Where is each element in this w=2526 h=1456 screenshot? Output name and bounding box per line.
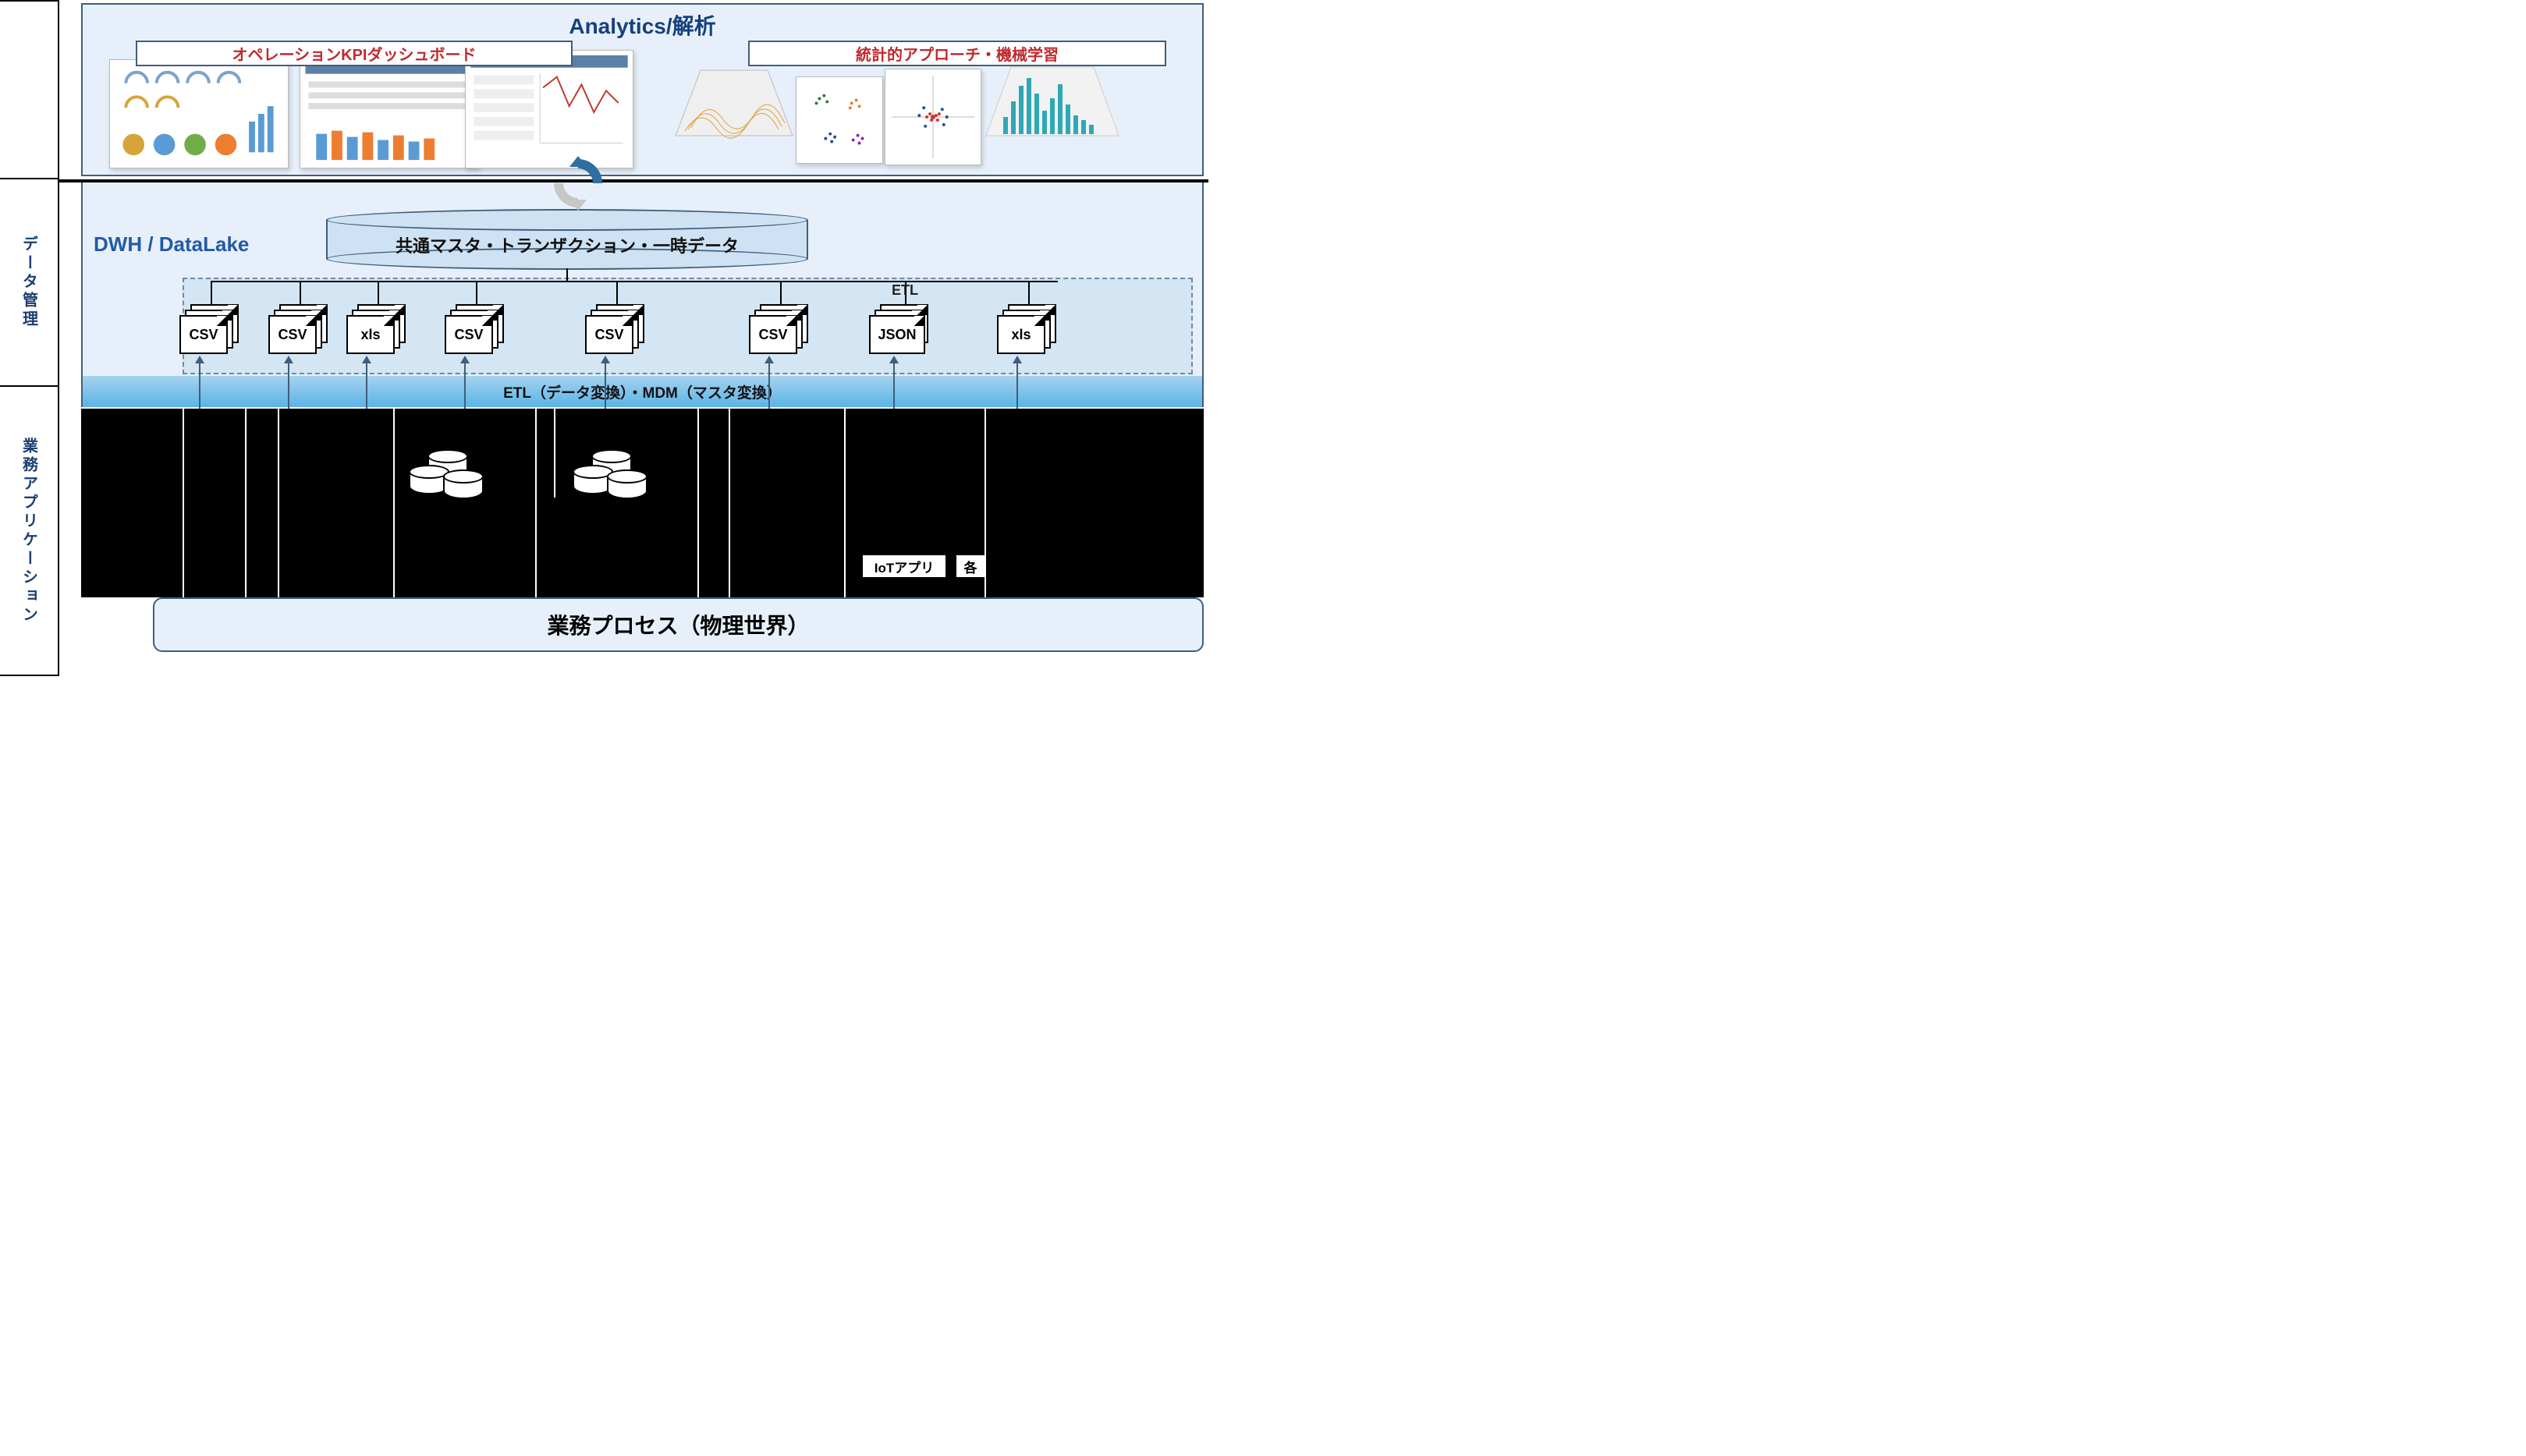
file-stack-6: JSON [869,304,933,356]
analytics-title: Analytics/解析 [83,9,1202,41]
sidebar-cell-apps: 業務アプリケーション [0,387,58,676]
histogram-3d-thumb [980,55,1125,148]
ml-thumbnail-3 [885,69,981,165]
file-stack-3: CSV [445,304,509,356]
line-chart-thumb [466,51,633,168]
diagram-root: データ管理 業務アプリケーション Analytics/解析 オペレーションKPI… [0,0,1208,676]
apps-band: IoTアプリ 各 [81,409,1204,597]
ml-thumbnail-1 [669,59,799,150]
kpi-dashboard-heading: オペレーションKPIダッシュボード [136,41,573,66]
bar-chart-thumb [300,55,478,168]
sidebar-cell-top [0,0,58,179]
file-label: CSV [585,315,633,354]
file-label: CSV [445,315,493,354]
process-band: 業務プロセス（物理世界） [153,597,1204,652]
database-icon [409,449,495,508]
cylinder-text: 共通マスタ・トランザクション・一時データ [326,232,808,257]
dwh-cylinder: 共通マスタ・トランザクション・一時データ [326,209,808,270]
cycle-icon [548,153,608,214]
file-label: CSV [268,315,317,354]
file-stack-1: CSV [268,304,332,356]
dashboard-thumbnail-2 [300,55,479,168]
analytics-band: Analytics/解析 オペレーションKPIダッシュボード 統計的アプローチ・… [81,3,1204,176]
dwh-band: DWH / DataLake 共通マスタ・トランザクション・一時データ ETL … [81,179,1204,387]
file-label: xls [346,315,395,354]
ml-thumbnail-4 [980,55,1125,148]
content: Analytics/解析 オペレーションKPIダッシュボード 統計的アプローチ・… [59,0,1208,676]
file-label: CSV [179,315,228,354]
dwh-label: DWH / DataLake [94,232,249,257]
scatter-multi-thumb [796,77,882,163]
file-label: JSON [869,315,925,354]
ml-thumbnail-2 [796,76,883,164]
sidebar-cell-data-mgmt: データ管理 [0,179,58,387]
spectrum-3d-thumb [669,59,799,150]
database-icon [573,449,658,508]
dashboard-thumbnail-1 [109,59,289,168]
app-iot: IoTアプリ [861,554,947,579]
file-label: CSV [749,315,797,354]
scatter-centered-thumb [885,69,981,165]
gauge-chart-thumb [110,60,288,168]
file-stack-7: xls [997,304,1061,356]
app-each: 各 [955,554,986,579]
file-stack-2: xls [346,304,410,356]
etl-horizontal-connector [211,281,1058,282]
file-stack-5: CSV [749,304,813,356]
file-stack-4: CSV [585,304,649,356]
file-label: xls [997,315,1045,354]
sidebar: データ管理 業務アプリケーション [0,0,59,676]
etl-mdm-band: ETL（データ変換）・MDM（マスタ変換） [81,376,1204,407]
file-stack-0: CSV [179,304,243,356]
etl-trunk-connector [566,268,568,281]
dashboard-thumbnail-3 [465,50,633,168]
stats-ml-heading: 統計的アプローチ・機械学習 [748,41,1166,66]
